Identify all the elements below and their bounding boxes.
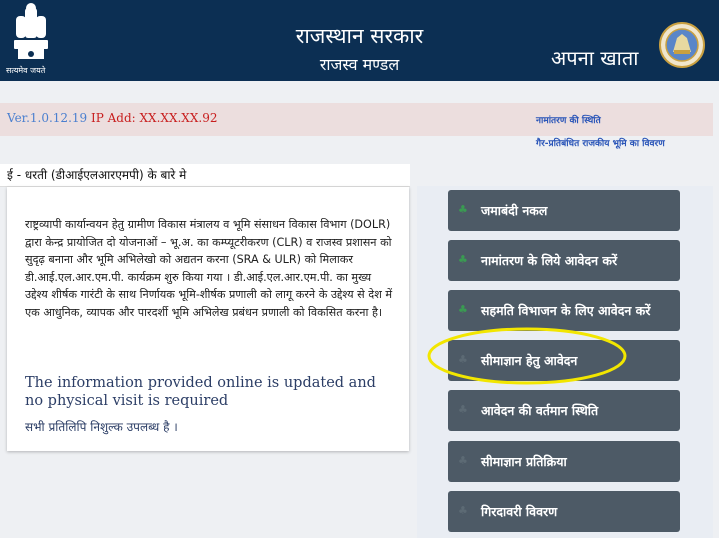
about-heading: ई - धरती (डीआईएलआरएमपी) के बारे मे: [7, 168, 187, 182]
apply-demarcation-button[interactable]: ♣ सीमाज्ञान हेतु आवेदन: [448, 340, 680, 381]
version-info: Ver.1.0.12.19 IP Add: XX.XX.XX.92: [7, 111, 217, 125]
app-name: अपना खाता: [551, 46, 639, 70]
about-card: राष्ट्रव्यापी कार्यान्वयन हेतु ग्रामीण व…: [7, 187, 409, 451]
unrestricted-land-details-link[interactable]: गैर-प्रतिबंधित राजकीय भूमि का विवरण: [536, 136, 665, 149]
version-text: Ver.1.0.12.19: [7, 111, 88, 125]
button-label: जमाबंदी नकल: [481, 203, 548, 218]
demarcation-response-button[interactable]: ♣ सीमाज्ञान प्रतिक्रिया: [448, 441, 680, 482]
free-copy-note: सभी प्रतिलिपि निशुल्क उपलब्ध है ।: [25, 420, 178, 434]
jamabandi-copy-button[interactable]: ♣ जमाबंदी नकल: [448, 190, 680, 231]
ip-address-text: IP Add: XX.XX.XX.92: [90, 111, 218, 125]
club-icon: ♣: [458, 203, 468, 216]
rajasthan-seal-icon: [659, 22, 705, 68]
apply-consent-division-button[interactable]: ♣ सहमति विभाजन के लिए आवेदन करें: [448, 290, 680, 331]
club-icon: ♣: [458, 403, 468, 416]
button-label: सीमाज्ञान प्रतिक्रिया: [481, 454, 567, 469]
button-label: सहमति विभाजन के लिए आवेदन करें: [481, 303, 651, 318]
application-status-button[interactable]: ♣ आवेदन की वर्तमान स्थिति: [448, 390, 680, 431]
button-label: नामांतरण के लिये आवेदन करें: [481, 253, 618, 268]
club-icon: ♣: [458, 353, 468, 366]
club-icon: ♣: [458, 303, 468, 316]
online-info-note: The information provided online is updat…: [25, 375, 376, 409]
club-icon: ♣: [458, 454, 468, 467]
button-label: गिरदावरी विवरण: [481, 504, 558, 519]
about-paragraph: राष्ट्रव्यापी कार्यान्वयन हेतु ग्रामीण व…: [25, 218, 393, 319]
mutation-status-link[interactable]: नामांतरण की स्थिति: [536, 113, 601, 126]
button-label: सीमाज्ञान हेतु आवेदन: [481, 353, 578, 368]
header-bar: सत्यमेव जयते राजस्थान सरकार राजस्व मण्डल…: [0, 0, 719, 81]
club-icon: ♣: [458, 253, 468, 266]
club-icon: ♣: [458, 504, 468, 517]
about-heading-bar: ई - धरती (डीआईएलआरएमपी) के बारे मे: [0, 164, 410, 187]
button-label: आवेदन की वर्तमान स्थिति: [481, 403, 599, 418]
girdawari-details-button[interactable]: ♣ गिरदावरी विवरण: [448, 491, 680, 532]
apply-mutation-button[interactable]: ♣ नामांतरण के लिये आवेदन करें: [448, 240, 680, 281]
